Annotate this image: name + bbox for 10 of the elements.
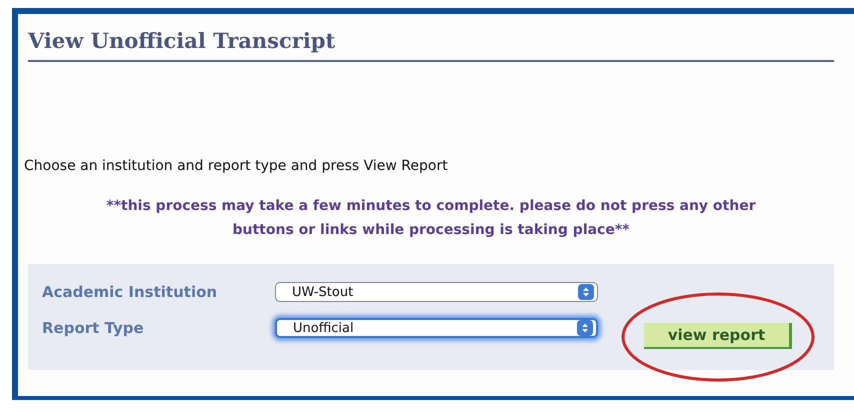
dropdown[interactable]: Unofficial (275, 318, 598, 338)
instruction-text: Choose an institution and report type and press View Report (24, 158, 449, 174)
notice-text: **this process may take a few minutes to complete. please do not press any other buttons or links while processing is taking place** (105, 197, 757, 240)
view-report-button[interactable]: view report (644, 323, 792, 349)
dropdown-arrows-icon (578, 284, 594, 300)
field-label: Report Type (42, 319, 145, 337)
field-label: Academic Institution (42, 283, 218, 301)
page-title: View Unofficial Transcript (28, 28, 834, 62)
dropdown[interactable]: UW-Stout (275, 282, 598, 302)
dropdown-arrows-icon (577, 320, 593, 336)
